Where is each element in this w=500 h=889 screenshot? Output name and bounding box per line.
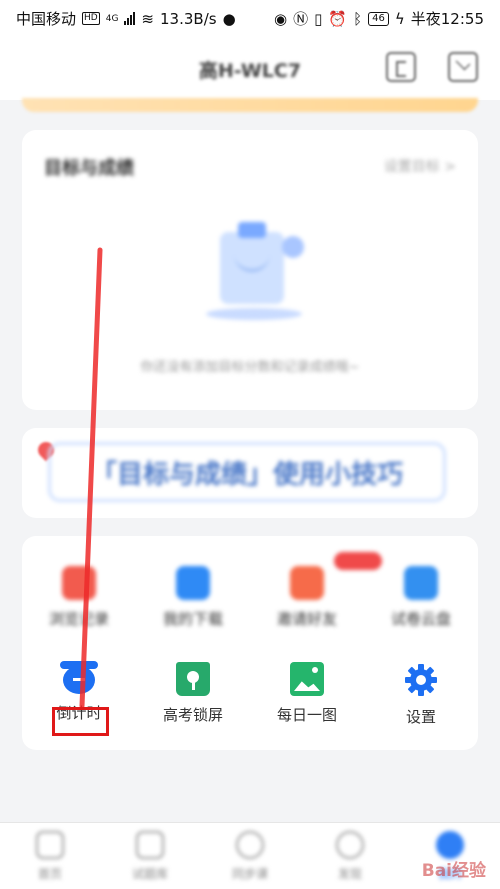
tool-label: 邀请好友 <box>276 610 337 628</box>
mail-icon[interactable] <box>448 52 478 82</box>
tab-label: 同步课 <box>231 867 268 881</box>
tool-label: 高考锁屏 <box>162 706 223 724</box>
tab-label: 发现 <box>337 867 362 881</box>
tool-label: 浏览记录 <box>48 610 109 628</box>
eye-icon: ◉ <box>274 9 288 28</box>
status-right: ◉ Ⓝ ▯ ⏰ ᛒ 46 ϟ 半夜12:55 <box>274 8 484 29</box>
vip-banner-strip[interactable] <box>22 98 478 112</box>
goals-empty-text: 你还没有添加目标分数和记录成绩哦~ <box>140 360 360 375</box>
vibrate-icon: ▯ <box>314 9 323 28</box>
tab-label: 试题库 <box>131 867 168 881</box>
set-goal-link[interactable]: 设置目标 > <box>384 156 456 176</box>
bottom-tab-bar: 首页 试题库 同步课 发现 我的 Bai经验 <box>0 822 500 889</box>
gear-icon <box>403 662 439 698</box>
tool-my-downloads[interactable]: 我的下载 <box>136 566 250 629</box>
empty-clipboard-icon <box>206 216 316 326</box>
app-header: 高H-WLC7 <box>0 34 500 100</box>
tool-settings[interactable]: 设置 <box>364 662 478 727</box>
tool-daily-picture[interactable]: 每日一图 <box>250 662 364 725</box>
play-icon <box>236 831 264 859</box>
gift-icon <box>290 566 324 600</box>
timer-icon <box>60 661 98 694</box>
qq-icon: ● <box>222 9 236 28</box>
charging-icon: ϟ <box>394 9 405 28</box>
tips-card: 「目标与成绩」使用小技巧 <box>22 428 478 518</box>
tab-label: 首页 <box>37 867 62 881</box>
history-icon <box>62 566 96 600</box>
network-type: 4G <box>105 13 119 24</box>
status-left: 中国移动 HD 4G ≋ 13.3B/s ● <box>16 8 236 29</box>
carrier-name: 中国移动 <box>16 10 77 28</box>
home-icon <box>36 831 64 859</box>
tool-paper-cloud[interactable]: 试卷云盘 <box>364 566 478 629</box>
message-icon[interactable] <box>386 52 416 82</box>
tool-label: 每日一图 <box>276 706 337 724</box>
net-speed: 13.3B/s <box>160 9 217 28</box>
tool-label: 试卷云盘 <box>390 610 451 628</box>
download-icon <box>176 566 210 600</box>
tips-banner[interactable]: 「目标与成绩」使用小技巧 <box>48 442 446 502</box>
profile-icon <box>436 831 464 859</box>
watermark: Bai经验 <box>421 861 486 881</box>
status-bar: 中国移动 HD 4G ≋ 13.3B/s ● ◉ Ⓝ ▯ ⏰ ᛒ 46 ϟ 半夜… <box>0 0 500 34</box>
goals-title: 目标与成绩 <box>44 158 134 179</box>
clock-time: 半夜12:55 <box>410 10 484 28</box>
tool-browse-history[interactable]: 浏览记录 <box>22 566 136 629</box>
header-title: 高H-WLC7 <box>198 60 302 82</box>
tool-exam-lockscreen[interactable]: 高考锁屏 <box>136 662 250 725</box>
tab-discover[interactable]: 发现 <box>300 831 400 882</box>
signal-icon <box>124 12 136 25</box>
nfc-icon: Ⓝ <box>293 10 309 28</box>
bluetooth-icon: ᛒ <box>353 9 363 28</box>
lock-screen-icon <box>176 662 210 696</box>
goals-card: 目标与成绩 设置目标 > 你还没有添加目标分数和记录成绩哦~ <box>22 130 478 410</box>
tab-question-bank[interactable]: 试题库 <box>100 831 200 882</box>
hd-icon: HD <box>82 12 100 25</box>
wifi-icon: ≋ <box>141 9 154 28</box>
annotation-highlight-box <box>52 707 109 736</box>
tab-sync-course[interactable]: 同步课 <box>200 831 300 882</box>
folder-icon <box>404 566 438 600</box>
compass-icon <box>336 831 364 859</box>
tool-label: 我的下载 <box>162 610 223 628</box>
alarm-icon: ⏰ <box>328 9 348 28</box>
tool-label: 设置 <box>405 708 436 726</box>
image-icon <box>290 662 324 696</box>
tool-invite-friends[interactable]: 邀请好友 <box>250 552 382 629</box>
battery-icon: 46 <box>368 11 389 26</box>
question-bank-icon <box>136 831 164 859</box>
tab-home[interactable]: 首页 <box>0 831 100 882</box>
